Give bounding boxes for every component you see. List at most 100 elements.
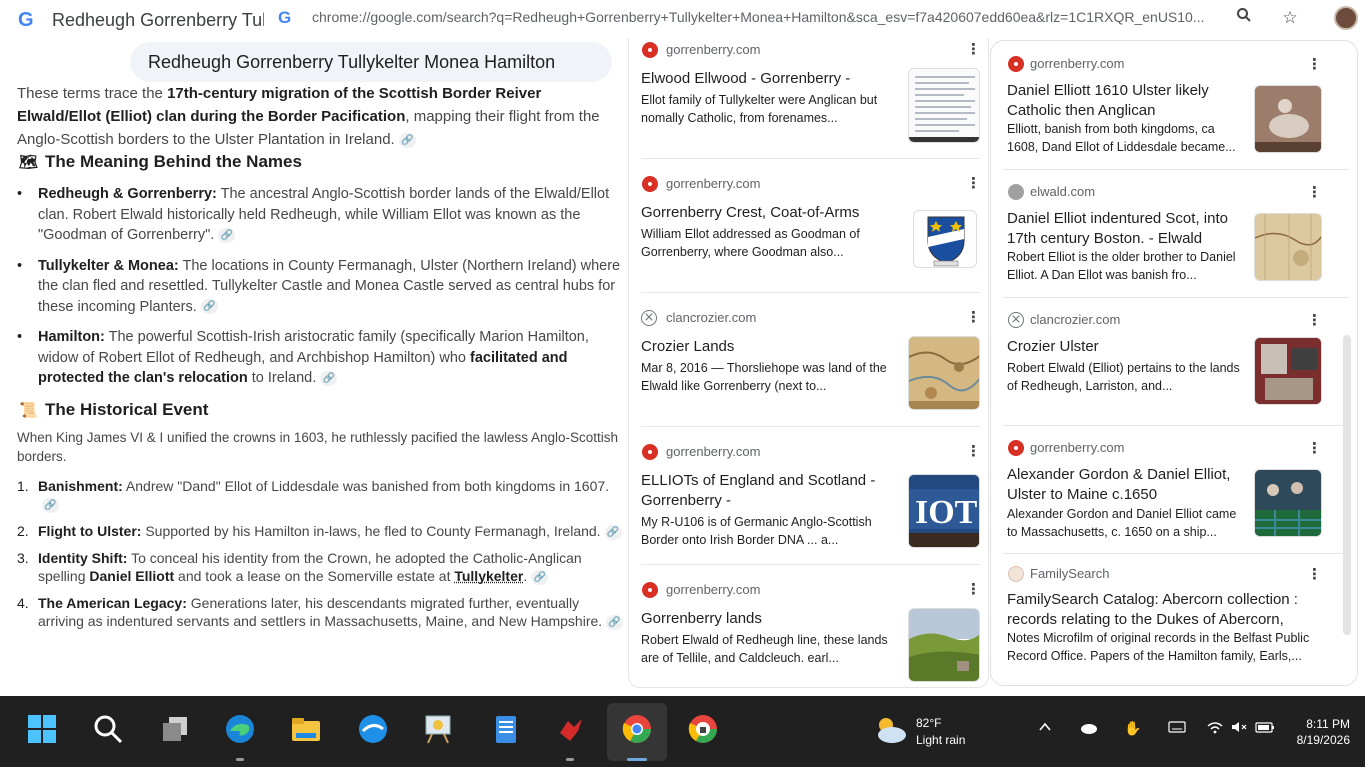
- google-favicon-icon: G: [278, 8, 292, 27]
- more-options-icon[interactable]: ⋮: [966, 308, 981, 326]
- windows-start-icon[interactable]: [24, 713, 60, 749]
- events-list: 1. Banishment: Andrew "Dand" Ellot of Lid…: [17, 477, 627, 639]
- link-icon[interactable]: 🔗: [320, 370, 338, 386]
- source-card[interactable]: clancrozier.com ⋮ Crozier Ulster Robert …: [991, 297, 1357, 425]
- chrome-browser-icon[interactable]: [619, 713, 655, 749]
- chevron-glyph-icon: [1039, 722, 1051, 731]
- keyboard-icon[interactable]: [1166, 720, 1188, 737]
- link-icon[interactable]: 🔗: [606, 614, 624, 630]
- notepad-icon[interactable]: [488, 713, 524, 749]
- more-options-icon[interactable]: ⋮: [1307, 55, 1322, 73]
- link-icon[interactable]: 🔗: [604, 524, 622, 540]
- gorrenberry-favicon-icon: [642, 176, 658, 192]
- source-title[interactable]: Elwood Ellwood - Gorrenberry -: [641, 69, 899, 89]
- source-title[interactable]: FamilySearch Catalog: Abercorn collectio…: [1007, 590, 1307, 630]
- bookmark-star-icon[interactable]: ☆: [1278, 6, 1302, 30]
- old-map-icon: [1255, 214, 1321, 280]
- wifi-icon[interactable]: [1204, 720, 1226, 737]
- zoom-icon[interactable]: [1232, 6, 1256, 30]
- source-card[interactable]: gorrenberry.com ⋮ Gorrenberry lands Robe…: [629, 564, 988, 687]
- edge-browser-icon[interactable]: [222, 713, 258, 749]
- search-icon[interactable]: [90, 713, 126, 749]
- source-card[interactable]: gorrenberry.com ⋮ Elwood Ellwood - Gorre…: [629, 38, 988, 164]
- sources-scrollbar[interactable]: [1343, 335, 1351, 635]
- doc-lines-icon: [909, 69, 979, 142]
- divider: [641, 292, 980, 293]
- source-card[interactable]: gorrenberry.com ⋮ Gorrenberry Crest, Coa…: [629, 158, 988, 292]
- speaker-muted-icon[interactable]: [1228, 720, 1250, 737]
- link-icon[interactable]: 🔗: [531, 569, 549, 585]
- source-title[interactable]: Crozier Lands: [641, 337, 899, 357]
- cloud-glyph-icon: [1081, 724, 1097, 734]
- clock-time[interactable]: 8:11 PM: [1290, 717, 1350, 731]
- source-title[interactable]: Crozier Ulster: [1007, 337, 1243, 357]
- task-view-icon[interactable]: [157, 713, 193, 749]
- source-domain: clancrozier.com: [1030, 312, 1121, 327]
- source-domain: elwald.com: [1030, 184, 1096, 199]
- windows-stack-icon: [163, 717, 187, 741]
- tartan-icon: [1255, 470, 1321, 536]
- source-card[interactable]: gorrenberry.com ⋮ ELLIOTs of England and…: [629, 426, 988, 560]
- more-options-icon[interactable]: ⋮: [966, 580, 981, 598]
- list-term: Hamilton:: [38, 329, 105, 345]
- link-icon[interactable]: 🔗: [218, 227, 236, 243]
- answer-panel: Redheugh Gorrenberry Tullykelter Monea H…: [0, 38, 628, 696]
- more-options-icon[interactable]: ⋮: [1307, 183, 1322, 201]
- source-title[interactable]: ELLIOTs of England and Scotland - Gorren…: [641, 471, 899, 511]
- list-term: Flight to Ulster:: [38, 523, 142, 539]
- link-icon[interactable]: 🔗: [42, 498, 59, 514]
- old-map-icon: [909, 337, 979, 409]
- section-title: The Historical Event: [45, 400, 209, 419]
- tab-title[interactable]: Redheugh Gorrenberry Tully: [52, 10, 264, 31]
- clock-date[interactable]: 8/19/2026: [1280, 733, 1350, 747]
- wifi-glyph-icon: [1207, 722, 1223, 734]
- chevron-up-icon[interactable]: [1034, 720, 1056, 737]
- clancrozier-favicon-icon: [641, 309, 657, 326]
- sources-column-1: gorrenberry.com ⋮ Elwood Ellwood - Gorre…: [628, 38, 989, 688]
- gorrenberry-favicon-icon: [642, 42, 658, 58]
- more-options-icon[interactable]: ⋮: [1307, 311, 1322, 329]
- source-title[interactable]: Daniel Elliot indentured Scot, into 17th…: [1007, 209, 1243, 249]
- app-red-figure-icon[interactable]: [552, 713, 588, 749]
- divider: [1003, 425, 1349, 426]
- onedrive-cloud-icon[interactable]: [1078, 720, 1100, 737]
- hand-app-icon[interactable]: ✋: [1122, 720, 1144, 737]
- more-options-icon[interactable]: ⋮: [966, 174, 981, 192]
- file-explorer-icon[interactable]: [288, 713, 324, 749]
- source-card[interactable]: gorrenberry.com ⋮ Daniel Elliott 1610 Ul…: [991, 41, 1357, 169]
- map-icon: 🗺: [19, 154, 39, 171]
- list-item: Hamilton: The powerful Scottish-Irish ar…: [17, 327, 625, 389]
- weather-temperature[interactable]: 82°F: [916, 716, 941, 730]
- source-card[interactable]: gorrenberry.com ⋮ Alexander Gordon & Dan…: [991, 425, 1357, 553]
- crowd-thumbnail: [1254, 469, 1322, 537]
- app-swirl-icon[interactable]: [355, 713, 391, 749]
- source-card[interactable]: FamilySearch ⋮ FamilySearch Catalog: Abe…: [991, 553, 1357, 685]
- link-icon[interactable]: 🔗: [200, 299, 218, 315]
- more-options-icon[interactable]: ⋮: [1307, 439, 1322, 457]
- source-title[interactable]: Gorrenberry lands: [641, 609, 899, 629]
- profile-avatar[interactable]: [1334, 6, 1358, 30]
- weather-condition[interactable]: Light rain: [916, 733, 965, 747]
- link-icon[interactable]: 🔗: [398, 132, 416, 148]
- source-title[interactable]: Gorrenberry Crest, Coat-of-Arms: [641, 203, 899, 223]
- source-card[interactable]: elwald.com ⋮ Daniel Elliot indentured Sc…: [991, 169, 1357, 297]
- source-title[interactable]: Daniel Elliott 1610 Ulster likely Cathol…: [1007, 81, 1243, 121]
- magnifier-icon: [94, 715, 123, 744]
- list-item: Redheugh & Gorrenberry: The ancestral An…: [17, 184, 625, 246]
- address-bar[interactable]: chrome://google.com/search?q=Redheugh+Go…: [312, 9, 1222, 25]
- browser-toolbar: G Redheugh Gorrenberry Tully G chrome://…: [0, 0, 1365, 38]
- list-text: Supported by his Hamilton in-laws, he fl…: [141, 523, 601, 539]
- list-tail: .: [523, 568, 528, 584]
- chrome-profile-icon[interactable]: [685, 713, 721, 749]
- speaker-glyph-icon: [1232, 722, 1247, 732]
- taskbar: 82°F Light rain ✋ 8:11 PM 8/19/2026: [0, 696, 1365, 767]
- more-options-icon[interactable]: ⋮: [1307, 565, 1322, 583]
- more-options-icon[interactable]: ⋮: [966, 442, 981, 460]
- more-options-icon[interactable]: ⋮: [966, 40, 981, 58]
- weather-icon[interactable]: [872, 713, 908, 749]
- battery-icon[interactable]: [1254, 720, 1276, 737]
- tullykelter-link[interactable]: Tullykelter: [454, 568, 523, 584]
- paint-app-icon[interactable]: [420, 713, 456, 749]
- source-card[interactable]: clancrozier.com ⋮ Crozier Lands Mar 8, 2…: [629, 292, 988, 426]
- source-title[interactable]: Alexander Gordon & Daniel Elliot, Ulster…: [1007, 465, 1243, 505]
